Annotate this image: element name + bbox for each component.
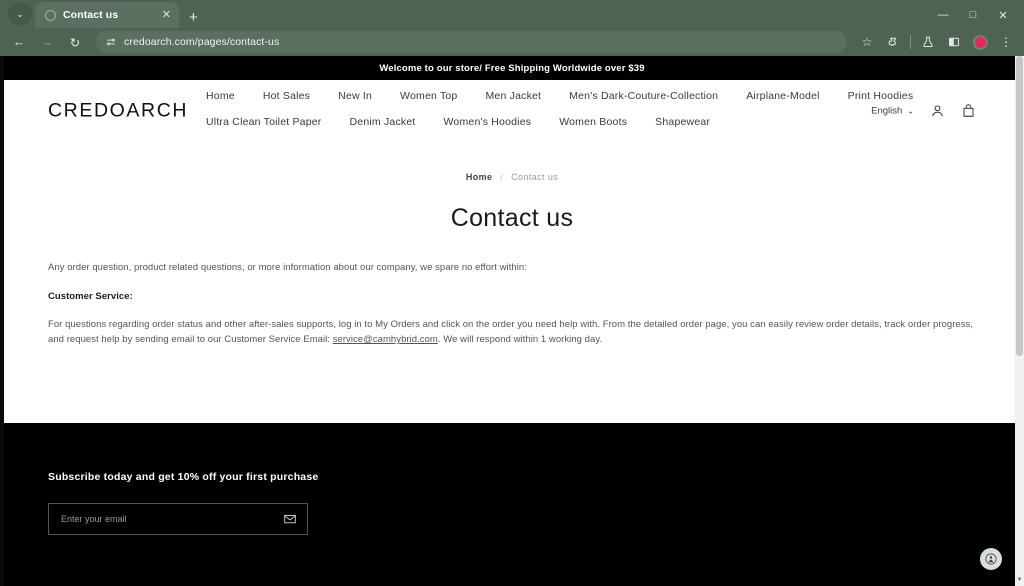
account-icon[interactable] (930, 104, 945, 119)
tab-title: Contact us (63, 9, 155, 21)
bookmark-icon[interactable]: ☆ (855, 30, 879, 54)
newsletter-title: Subscribe today and get 10% off your fir… (48, 471, 976, 483)
page-left-edge (0, 56, 4, 586)
tab-strip: ⌄ Contact us ✕ + — □ ✕ (0, 0, 1024, 28)
tab-search-button[interactable]: ⌄ (8, 2, 32, 26)
breadcrumb-home[interactable]: Home (466, 172, 493, 182)
nav-item-women-boots[interactable]: Women Boots (545, 116, 641, 128)
maximize-button[interactable]: □ (958, 4, 988, 26)
main-content: Home / Contact us Contact us Any order q… (0, 142, 1024, 348)
new-tab-button[interactable]: + (189, 10, 198, 25)
extensions-icon[interactable] (881, 30, 905, 54)
forward-button[interactable]: → (34, 30, 60, 54)
nav-item-airplane-model[interactable]: Airplane-Model (732, 90, 833, 102)
address-bar[interactable]: credoarch.com/pages/contact-us (96, 31, 847, 53)
customer-service-paragraph: For questions regarding order status and… (48, 318, 976, 347)
window-close-button[interactable]: ✕ (988, 4, 1018, 26)
nav-item-womens-hoodies[interactable]: Women's Hoodies (430, 116, 546, 128)
customer-service-heading: Customer Service: (48, 290, 976, 305)
window-controls: — □ ✕ (928, 4, 1018, 26)
intro-paragraph: Any order question, product related ques… (48, 261, 976, 276)
labs-icon[interactable] (916, 30, 940, 54)
header-actions: English ⌄ (871, 104, 976, 119)
announcement-bar: Welcome to our store/ Free Shipping Worl… (0, 56, 1024, 80)
nav-item-shapewear[interactable]: Shapewear (641, 116, 724, 128)
email-input[interactable] (61, 514, 275, 524)
newsletter-form[interactable] (48, 503, 308, 535)
page-favicon (45, 10, 56, 21)
chat-widget-icon[interactable] (980, 548, 1002, 570)
browser-toolbar: ← → ↻ credoarch.com/pages/contact-us ☆ (0, 28, 1024, 56)
back-button[interactable]: ← (6, 30, 32, 54)
shopping-bag-icon[interactable] (961, 104, 976, 119)
site-footer: Subscribe today and get 10% off your fir… (0, 423, 1024, 586)
browser-tab[interactable]: Contact us ✕ (35, 2, 179, 28)
nav-item-home[interactable]: Home (192, 90, 249, 102)
page-viewport: Welcome to our store/ Free Shipping Worl… (0, 56, 1024, 586)
nav-item-print-hoodies[interactable]: Print Hoodies (834, 90, 928, 102)
breadcrumb: Home / Contact us (0, 172, 1024, 182)
address-bar-url: credoarch.com/pages/contact-us (124, 36, 279, 48)
nav-item-mens-dark-couture-collection[interactable]: Men's Dark-Couture-Collection (555, 90, 732, 102)
nav-row-primary: Home Hot Sales New In Women Top Men Jack… (192, 90, 832, 102)
scrollbar-thumb[interactable] (1016, 56, 1023, 356)
page-scrollbar[interactable]: ▼ (1015, 56, 1024, 586)
close-icon[interactable]: ✕ (162, 10, 171, 21)
contact-content: Any order question, product related ques… (0, 261, 1024, 348)
reload-button[interactable]: ↻ (62, 30, 88, 54)
announcement-text: Welcome to our store/ Free Shipping Worl… (379, 63, 644, 74)
nav-item-hot-sales[interactable]: Hot Sales (249, 90, 324, 102)
envelope-icon[interactable] (283, 512, 297, 526)
browser-menu-icon[interactable]: ⋮ (994, 30, 1018, 54)
split-view-icon[interactable] (942, 30, 966, 54)
support-email-link[interactable]: service@camhybrid.com (333, 334, 438, 345)
nav-item-women-top[interactable]: Women Top (386, 90, 471, 102)
minimize-button[interactable]: — (928, 4, 958, 26)
language-label: English (871, 106, 902, 117)
browser-chrome: ⌄ Contact us ✕ + — □ ✕ ← → ↻ (0, 0, 1024, 56)
nav-item-new-in[interactable]: New In (324, 90, 386, 102)
profile-avatar[interactable] (968, 30, 992, 54)
nav-item-ultra-clean-toilet-paper[interactable]: Ultra Clean Toilet Paper (192, 116, 336, 128)
language-selector[interactable]: English ⌄ (871, 106, 914, 117)
toolbar-divider (910, 35, 911, 49)
nav-item-men-jacket[interactable]: Men Jacket (471, 90, 555, 102)
main-navigation: Home Hot Sales New In Women Top Men Jack… (192, 90, 832, 128)
paragraph-text-part2: . We will respond within 1 working day. (438, 334, 602, 345)
breadcrumb-separator: / (500, 172, 503, 182)
nav-item-denim-jacket[interactable]: Denim Jacket (336, 116, 430, 128)
nav-row-secondary: Ultra Clean Toilet Paper Denim Jacket Wo… (192, 116, 832, 128)
breadcrumb-current: Contact us (511, 172, 558, 182)
site-header: CREDOARCH Home Hot Sales New In Women To… (0, 80, 1024, 142)
scrollbar-down-arrow[interactable]: ▼ (1015, 574, 1024, 586)
chevron-down-icon: ⌄ (907, 107, 914, 116)
chevron-down-icon: ⌄ (16, 9, 24, 20)
site-logo[interactable]: CREDOARCH (48, 100, 188, 123)
page-title: Contact us (0, 204, 1024, 233)
screen: ⌄ Contact us ✕ + — □ ✕ ← → ↻ (0, 0, 1024, 586)
avatar (973, 35, 988, 50)
site-settings-icon[interactable] (106, 37, 116, 47)
